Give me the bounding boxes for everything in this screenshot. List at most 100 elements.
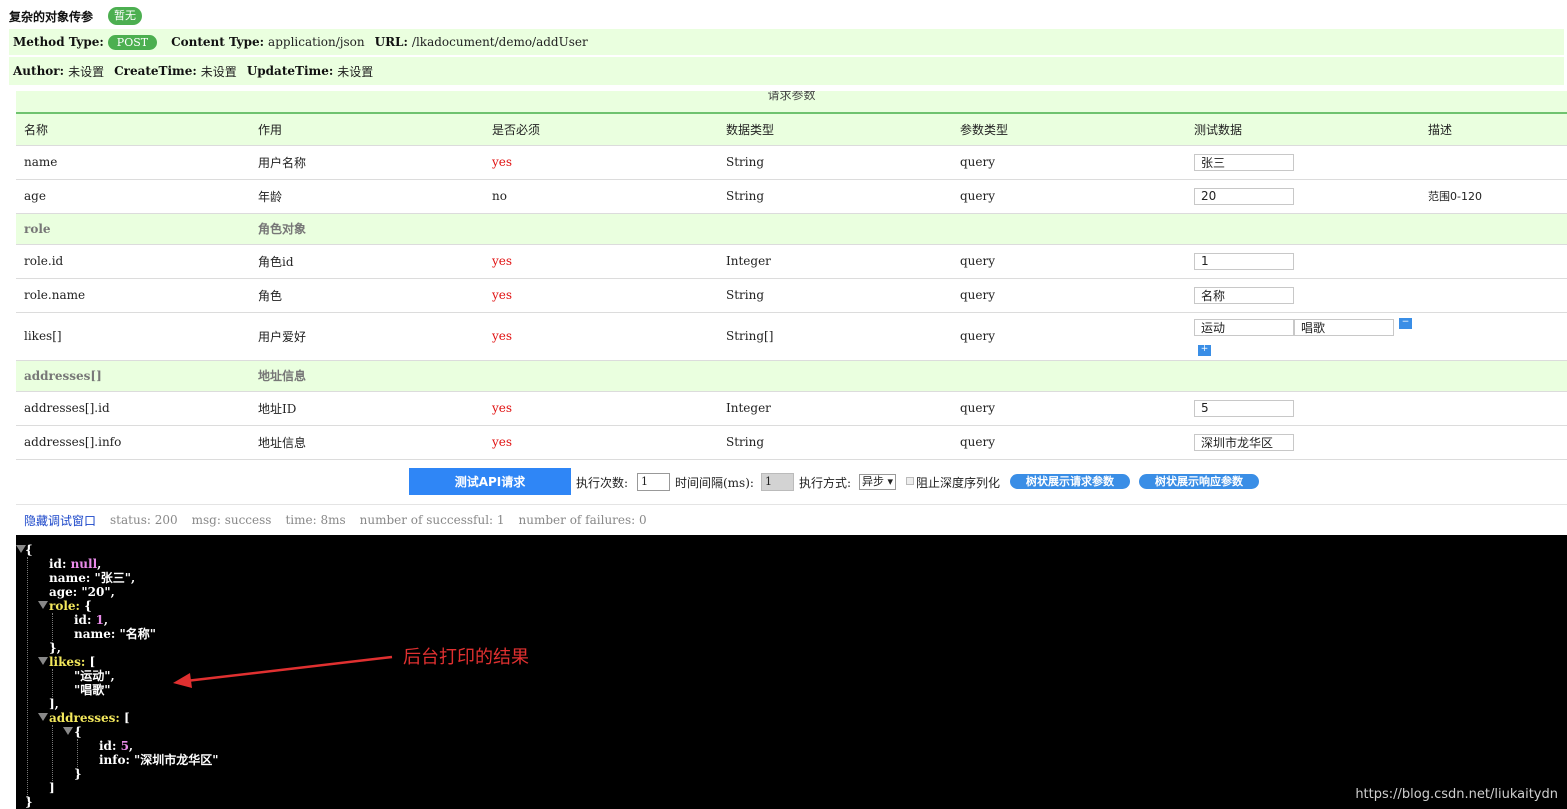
url-label: URL:: [374, 35, 408, 49]
interval-input[interactable]: 1: [761, 473, 794, 491]
param-required: yes: [484, 244, 718, 279]
tree-request-button[interactable]: 树状展示请求参数: [1010, 474, 1130, 489]
tree-response-button[interactable]: 树状展示响应参数: [1139, 474, 1259, 489]
create-time-label: CreateTime:: [114, 64, 197, 78]
param-type: query: [952, 391, 1186, 426]
url-value: /lkadocument/demo/addUser: [411, 35, 588, 49]
status-successful: number of successful: 1: [359, 513, 505, 527]
table-row: role.id 角色id yes Integer query: [16, 244, 1567, 279]
param-type: query: [952, 312, 1186, 361]
request-params-title: 请求参数: [767, 91, 816, 102]
param-test-cell: [1186, 278, 1420, 313]
col-header-desc: 作用: [250, 114, 484, 146]
update-time-value: 未设置: [337, 64, 374, 79]
test-data-input-2[interactable]: [1294, 319, 1394, 336]
debug-console: { id: null, name: "张三", age: "20", role:…: [16, 535, 1567, 809]
param-desc: 地址信息: [250, 425, 484, 460]
table-header-row: 名称 作用 是否必须 数据类型 参数类型 测试数据 描述: [16, 114, 1567, 146]
add-item-button[interactable]: +: [1198, 345, 1211, 356]
param-name: role.name: [16, 278, 250, 313]
content-type-value: application/json: [268, 35, 365, 49]
test-data-input[interactable]: [1194, 319, 1294, 336]
col-header-name: 名称: [16, 114, 250, 146]
test-data-input[interactable]: [1194, 286, 1294, 304]
debug-status-bar: 隐藏调试窗口 status: 200 msg: success time: 8m…: [16, 504, 1567, 535]
param-required: yes: [484, 145, 718, 180]
no-deep-serialize-label: 阻止深度序列化: [916, 476, 1001, 490]
param-type: query: [952, 145, 1186, 180]
annotation-arrow-icon: [173, 655, 393, 688]
param-desc: 角色: [250, 278, 484, 313]
exec-mode-label: 执行方式:: [799, 476, 852, 490]
param-note: [1420, 244, 1567, 279]
param-datatype: Integer: [718, 244, 952, 279]
method-badge: POST: [107, 34, 158, 50]
test-data-input[interactable]: [1194, 153, 1294, 171]
group-desc: 角色对象: [250, 213, 484, 245]
create-time-value: 未设置: [200, 64, 237, 79]
param-test-cell: [1186, 425, 1420, 460]
annotation-arrow-line: [185, 655, 393, 683]
group-name: role: [16, 213, 250, 245]
group-name: addresses[]: [16, 360, 250, 392]
exec-count-label: 执行次数:: [576, 476, 629, 490]
param-test-cell: [1186, 391, 1420, 426]
param-note: 范围0-120: [1420, 179, 1567, 214]
watermark: https://blog.csdn.net/liukaitydn: [1355, 787, 1558, 802]
hide-debug-window-link[interactable]: 隐藏调试窗口: [24, 512, 96, 529]
group-row: addresses[] 地址信息: [16, 360, 1567, 392]
param-datatype: String[]: [718, 312, 952, 361]
api-title-row: 复杂的对象传参 暂无: [9, 6, 143, 26]
param-note: [1420, 145, 1567, 180]
param-test-cell: [1186, 244, 1420, 279]
param-desc: 角色id: [250, 244, 484, 279]
request-params-header: 请求参数: [16, 91, 1567, 114]
test-data-input[interactable]: [1194, 187, 1294, 205]
param-name: addresses[].info: [16, 425, 250, 460]
param-type: query: [952, 179, 1186, 214]
test-data-input[interactable]: [1194, 399, 1294, 417]
param-datatype: String: [718, 145, 952, 180]
exec-mode-select[interactable]: 异步 ▾: [859, 474, 897, 490]
author-label: Author:: [13, 64, 65, 78]
col-header-paramtype: 参数类型: [952, 114, 1186, 146]
method-type-label: Method Type:: [13, 35, 104, 49]
param-test-cell: [1186, 179, 1420, 214]
test-api-button[interactable]: 测试API请求: [409, 468, 571, 495]
param-name: age: [16, 179, 250, 214]
api-title: 复杂的对象传参: [9, 9, 94, 24]
param-required: yes: [484, 312, 718, 361]
content-type-label: Content Type:: [171, 35, 265, 49]
param-test-cell: − +: [1186, 312, 1420, 361]
status-code: status: 200: [110, 513, 178, 527]
param-datatype: String: [718, 179, 952, 214]
table-row: addresses[].id 地址ID yes Integer query: [16, 391, 1567, 426]
param-note: [1420, 312, 1567, 361]
param-note: [1420, 391, 1567, 426]
param-datatype: Integer: [718, 391, 952, 426]
table-row: role.name 角色 yes String query: [16, 278, 1567, 313]
param-desc: 年龄: [250, 179, 484, 214]
test-data-input[interactable]: [1194, 252, 1294, 270]
param-note: [1420, 278, 1567, 313]
group-desc: 地址信息: [250, 360, 484, 392]
remove-item-button[interactable]: −: [1399, 318, 1412, 329]
param-name: name: [16, 145, 250, 180]
no-deep-serialize-checkbox[interactable]: [906, 477, 914, 485]
annotation-text: 后台打印的结果: [403, 647, 529, 668]
param-datatype: String: [718, 425, 952, 460]
author-value: 未设置: [68, 64, 105, 79]
exec-count-input[interactable]: 1: [637, 473, 670, 491]
group-row: role 角色对象: [16, 213, 1567, 245]
status-failures: number of failures: 0: [518, 513, 647, 527]
col-header-datatype: 数据类型: [718, 114, 952, 146]
table-row: name 用户名称 yes String query: [16, 145, 1567, 180]
status-time: time: 8ms: [285, 513, 346, 527]
params-table: 名称 作用 是否必须 数据类型 参数类型 测试数据 描述 name 用户名称 y…: [16, 114, 1567, 460]
param-note: [1420, 425, 1567, 460]
table-row: addresses[].info 地址信息 yes String query: [16, 425, 1567, 460]
interval-label: 时间间隔(ms):: [675, 476, 754, 490]
annotation-arrow-head: [173, 673, 192, 688]
test-data-input[interactable]: [1194, 433, 1294, 451]
param-name: role.id: [16, 244, 250, 279]
